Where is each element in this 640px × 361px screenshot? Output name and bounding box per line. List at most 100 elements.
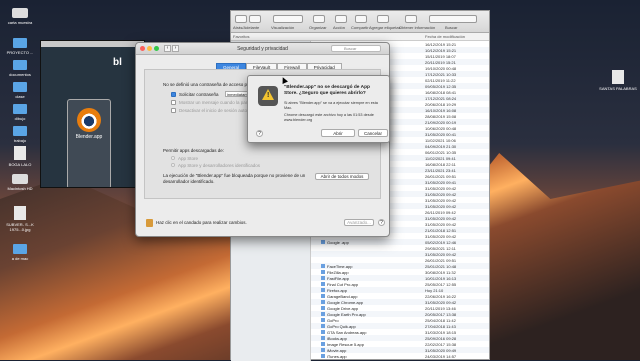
help-button[interactable]: ? xyxy=(256,130,263,137)
file-date: 09/05/2019 12:35 xyxy=(425,83,457,89)
file-date: 22/02/2017 15:38 xyxy=(425,341,457,347)
desktop-icon[interactable]: a de mac xyxy=(0,244,40,261)
file-date: 31/05/2020 09:42 xyxy=(425,221,457,227)
desktop-icon[interactable]: SANTAS PALABRAS xyxy=(598,70,638,91)
lock-message: Haz clic en el candado para realizar cam… xyxy=(156,220,247,225)
app-icon xyxy=(321,287,325,292)
arrange-button[interactable] xyxy=(313,15,325,23)
info-button[interactable] xyxy=(405,15,417,23)
file-name: FastFile.app xyxy=(311,275,421,281)
desktop-icon[interactable]: carta muestra xyxy=(0,8,40,25)
file-date: 20/11/2019 15:21 xyxy=(425,59,456,65)
window-titlebar xyxy=(41,41,144,47)
file-date: 10/01/2019 16:13 xyxy=(425,275,457,281)
action-button[interactable] xyxy=(335,15,347,23)
alert-body: Si abres "Blender.app" se va a ejecutar … xyxy=(284,101,384,123)
disable-autologin-checkbox[interactable] xyxy=(171,108,176,113)
app-icon xyxy=(321,293,325,298)
app-icon xyxy=(321,347,325,352)
search-field[interactable] xyxy=(429,15,477,23)
file-date: 25/05/2017 12:55 xyxy=(425,281,457,287)
file-date: 31/05/2020 09:42 xyxy=(425,233,457,239)
file-date: 25/04/2018 11:42 xyxy=(425,317,456,323)
desktop-icon[interactable]: SUBVER- S...K 1975...0.jpg xyxy=(0,206,40,232)
advanced-button[interactable]: Avanzado... xyxy=(344,219,374,226)
show-message-checkbox[interactable] xyxy=(171,100,176,105)
file-date: 31/05/2020 09:49 xyxy=(425,347,457,353)
list-header: Favoritos Fecha de modificación xyxy=(231,33,489,41)
file-date: 21/09/2020 00:19 xyxy=(425,119,457,125)
open-anyway-button[interactable]: Abrir de todos modos xyxy=(315,173,369,180)
share-button[interactable] xyxy=(355,15,367,23)
lock-icon[interactable] xyxy=(146,219,153,227)
file-date: 10/06/2020 00:48 xyxy=(425,125,457,131)
desktop-icon[interactable]: trabajo xyxy=(0,126,40,143)
sidebar-header: Favoritos xyxy=(233,34,250,39)
file-date: 23/11/2021 23:41 xyxy=(425,167,456,173)
blender-app-item[interactable]: Blender.app xyxy=(67,99,111,187)
file-name: Google .app xyxy=(311,239,421,245)
file-date: 16/08/2018 22:11 xyxy=(425,161,456,167)
file-date: 29/05/2021 12:11 xyxy=(425,245,456,251)
blender-icon xyxy=(77,108,101,132)
file-date: 31/05/2020 09:42 xyxy=(425,197,457,203)
view-switcher[interactable] xyxy=(273,15,303,23)
file-icon xyxy=(14,206,26,220)
file-date: 20/05/2017 13:38 xyxy=(425,311,457,317)
file-date: 28/08/2019 15:08 xyxy=(425,113,457,119)
desktop-icon[interactable]: dibujo xyxy=(0,104,40,121)
file-date: 31/05/2020 09:42 xyxy=(425,191,457,197)
back-button[interactable] xyxy=(235,15,247,23)
file-date: 26/11/2019 09:42 xyxy=(425,209,456,215)
app-icon xyxy=(321,329,325,334)
file-date: 26/01/2021 09:51 xyxy=(425,173,457,179)
file-name: iMovie.app xyxy=(311,347,421,353)
file-name: Google Chrome.app xyxy=(311,299,421,305)
require-password-label: Solicitar contraseña xyxy=(179,92,219,97)
search-input[interactable]: Buscar xyxy=(331,45,381,52)
blender-dmg-window: bl Blender.app xyxy=(40,40,145,188)
file-date: Hoy 21:10 xyxy=(425,287,444,293)
file-name: FileZilla.app xyxy=(311,269,421,275)
desktop-icon[interactable]: Macintosh HD xyxy=(0,174,40,191)
file-date: 31/05/2020 09:42 xyxy=(425,299,457,305)
radio-app-store[interactable] xyxy=(171,156,175,160)
drive-icon xyxy=(12,174,28,184)
file-date: 16/12/2019 15:21 xyxy=(425,41,457,47)
drive-icon xyxy=(12,8,28,18)
open-button[interactable]: Abrir xyxy=(321,129,355,137)
file-date: 02/11/2019 11:22 xyxy=(425,77,456,83)
allow-apps-label: Permitir apps descargadas de: xyxy=(163,148,225,153)
tags-button[interactable] xyxy=(377,15,389,23)
file-date: 25/09/2016 09:28 xyxy=(425,335,457,341)
cancel-button[interactable]: Cancelar xyxy=(358,129,388,137)
file-date: 17/12/2021 10:33 xyxy=(425,71,457,77)
file-date: 24/03/2019 14:57 xyxy=(425,353,457,359)
file-date: 20/06/2018 19:29 xyxy=(425,101,457,107)
desktop-icon[interactable]: PROYECTO ... xyxy=(0,38,40,55)
app-icon xyxy=(321,299,325,304)
help-button[interactable]: ? xyxy=(378,219,385,226)
file-date: 11/02/2021 10:06 xyxy=(425,137,456,143)
file-date: 31/05/2020 09:41 xyxy=(425,179,457,185)
app-label: Blender.app xyxy=(75,134,103,140)
file-date: 21/01/2018 12:51 xyxy=(425,227,457,233)
alert-message: Si abres "Blender.app" se va a ejecutar … xyxy=(284,101,378,110)
app-icon xyxy=(321,353,325,358)
file-name: GoPro Quik.app xyxy=(311,323,421,329)
desktop-icon[interactable]: documentos xyxy=(0,60,40,77)
file-date: 05/02/2019 12:46 xyxy=(425,239,457,245)
radio-identified[interactable] xyxy=(171,163,175,167)
desktop-icon[interactable]: clase xyxy=(0,82,40,99)
file-date: 31/05/2020 00:41 xyxy=(425,131,457,137)
app-icon xyxy=(321,263,325,268)
file-name: Final Cut Pro.app xyxy=(311,281,421,287)
require-password-checkbox[interactable] xyxy=(171,92,176,97)
forward-button[interactable] xyxy=(249,15,261,23)
desktop-icon[interactable]: BOGA LALO xyxy=(0,146,40,167)
file-date: 22/06/2019 16:22 xyxy=(425,293,457,299)
file-name: iTunes.app xyxy=(311,353,421,359)
date-column-header[interactable]: Fecha de modificación xyxy=(425,34,465,39)
app-icon xyxy=(321,239,325,244)
file-name: iBooks.app xyxy=(311,335,421,341)
